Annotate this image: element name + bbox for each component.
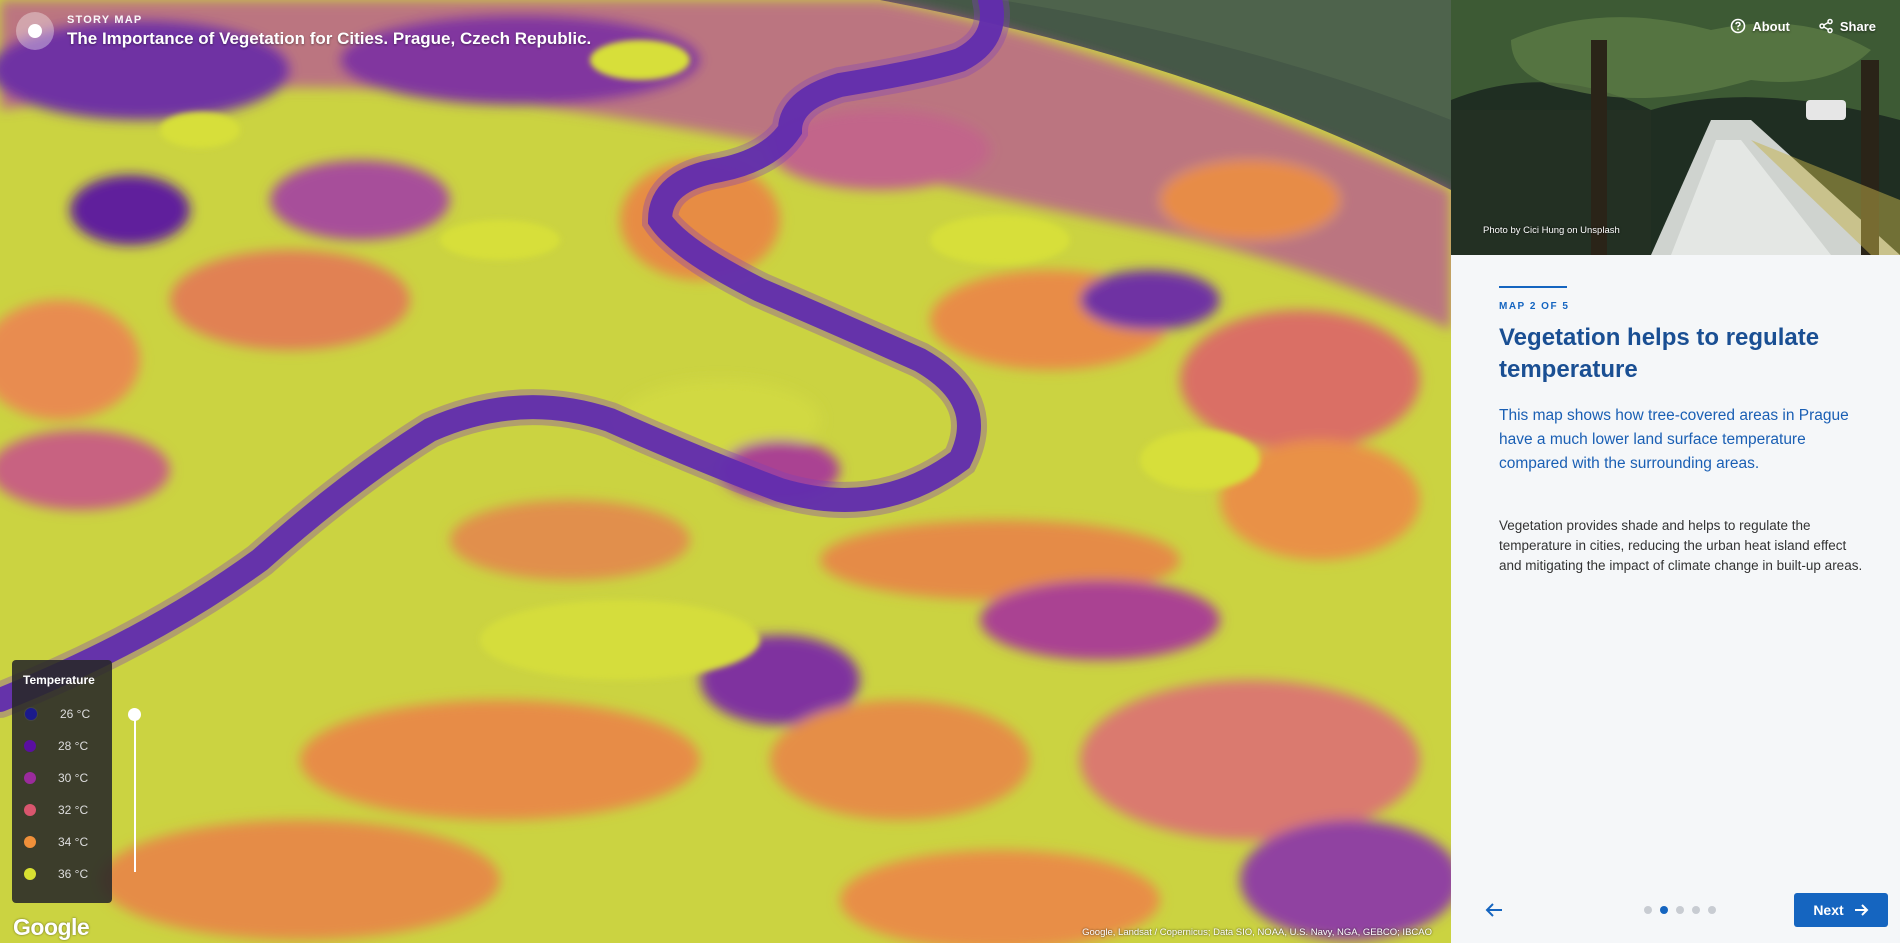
previous-button[interactable] <box>1481 897 1507 923</box>
about-label: About <box>1752 18 1790 34</box>
opacity-slider-track[interactable] <box>134 714 136 872</box>
about-button[interactable]: About <box>1730 18 1790 34</box>
legend-item: 28 °C <box>24 739 88 753</box>
accent-divider <box>1499 286 1567 288</box>
page-dot[interactable] <box>1644 906 1652 914</box>
legend-label: 26 °C <box>60 707 91 721</box>
page-dot[interactable] <box>1692 906 1700 914</box>
story-panel: Photo by Cici Hung on Unsplash About Sha… <box>1451 0 1900 943</box>
arrow-left-icon <box>1485 903 1502 917</box>
legend-swatch <box>24 740 36 752</box>
share-label: Share <box>1839 18 1876 34</box>
header-photo: Photo by Cici Hung on Unsplash <box>1451 0 1900 255</box>
legend-swatch <box>24 868 36 880</box>
legend-item: 32 °C <box>24 803 88 817</box>
share-icon <box>1819 18 1833 34</box>
legend-swatch <box>24 772 36 784</box>
page-dot-active[interactable] <box>1660 906 1668 914</box>
next-button[interactable]: Next <box>1794 893 1888 927</box>
map-attribution[interactable]: Google, Landsat / Copernicus; Data SIO, … <box>1082 927 1432 938</box>
legend-label: 28 °C <box>58 739 89 753</box>
temperature-legend: Temperature 26 °C 28 °C 30 °C 32 °C 34 °… <box>12 660 112 903</box>
legend-label: 32 °C <box>58 803 89 817</box>
legend-item: 26 °C <box>24 707 90 721</box>
section-heading: Vegetation helps to regulate temperature <box>1499 324 1820 383</box>
legend-swatch <box>24 804 36 816</box>
pagination-dots <box>1644 906 1716 914</box>
arrow-right-icon <box>1854 904 1869 916</box>
help-circle-icon <box>1731 18 1746 34</box>
google-logo: Google <box>13 914 90 940</box>
legend-label: 36 °C <box>58 867 89 881</box>
legend-swatch <box>24 707 38 721</box>
legend-item: 36 °C <box>24 867 88 881</box>
page-title: The Importance of Vegetation for Cities.… <box>67 28 592 48</box>
legend-item: 30 °C <box>24 771 88 785</box>
opacity-slider-handle[interactable] <box>128 708 141 721</box>
temperature-map-layer[interactable] <box>0 0 1451 943</box>
panel-actions: About Share <box>1730 18 1876 34</box>
story-map-header: STORY MAP The Importance of Vegetation f… <box>0 0 591 62</box>
story-content: MAP 2 OF 5 Vegetation helps to regulate … <box>1499 286 1869 576</box>
map-view[interactable] <box>0 0 1451 943</box>
legend-item: 34 °C <box>24 835 88 849</box>
map-counter: MAP 2 OF 5 <box>1499 301 1570 312</box>
page-dot[interactable] <box>1708 906 1716 914</box>
photo-credit[interactable]: Photo by Cici Hung on Unsplash <box>1483 225 1620 236</box>
story-map-logo[interactable] <box>16 12 54 50</box>
legend-label: 34 °C <box>58 835 89 849</box>
page-dot[interactable] <box>1676 906 1684 914</box>
story-map-eyebrow: STORY MAP <box>67 13 143 26</box>
body-paragraph: Vegetation provides shade and helps to r… <box>1499 518 1863 573</box>
legend-title: Temperature <box>23 673 95 687</box>
next-label: Next <box>1813 902 1844 918</box>
lead-paragraph: This map shows how tree-covered areas in… <box>1499 407 1849 472</box>
legend-label: 30 °C <box>58 771 89 785</box>
share-button[interactable]: Share <box>1818 18 1876 34</box>
story-navigation: Next <box>1451 890 1900 930</box>
legend-swatch <box>24 836 36 848</box>
